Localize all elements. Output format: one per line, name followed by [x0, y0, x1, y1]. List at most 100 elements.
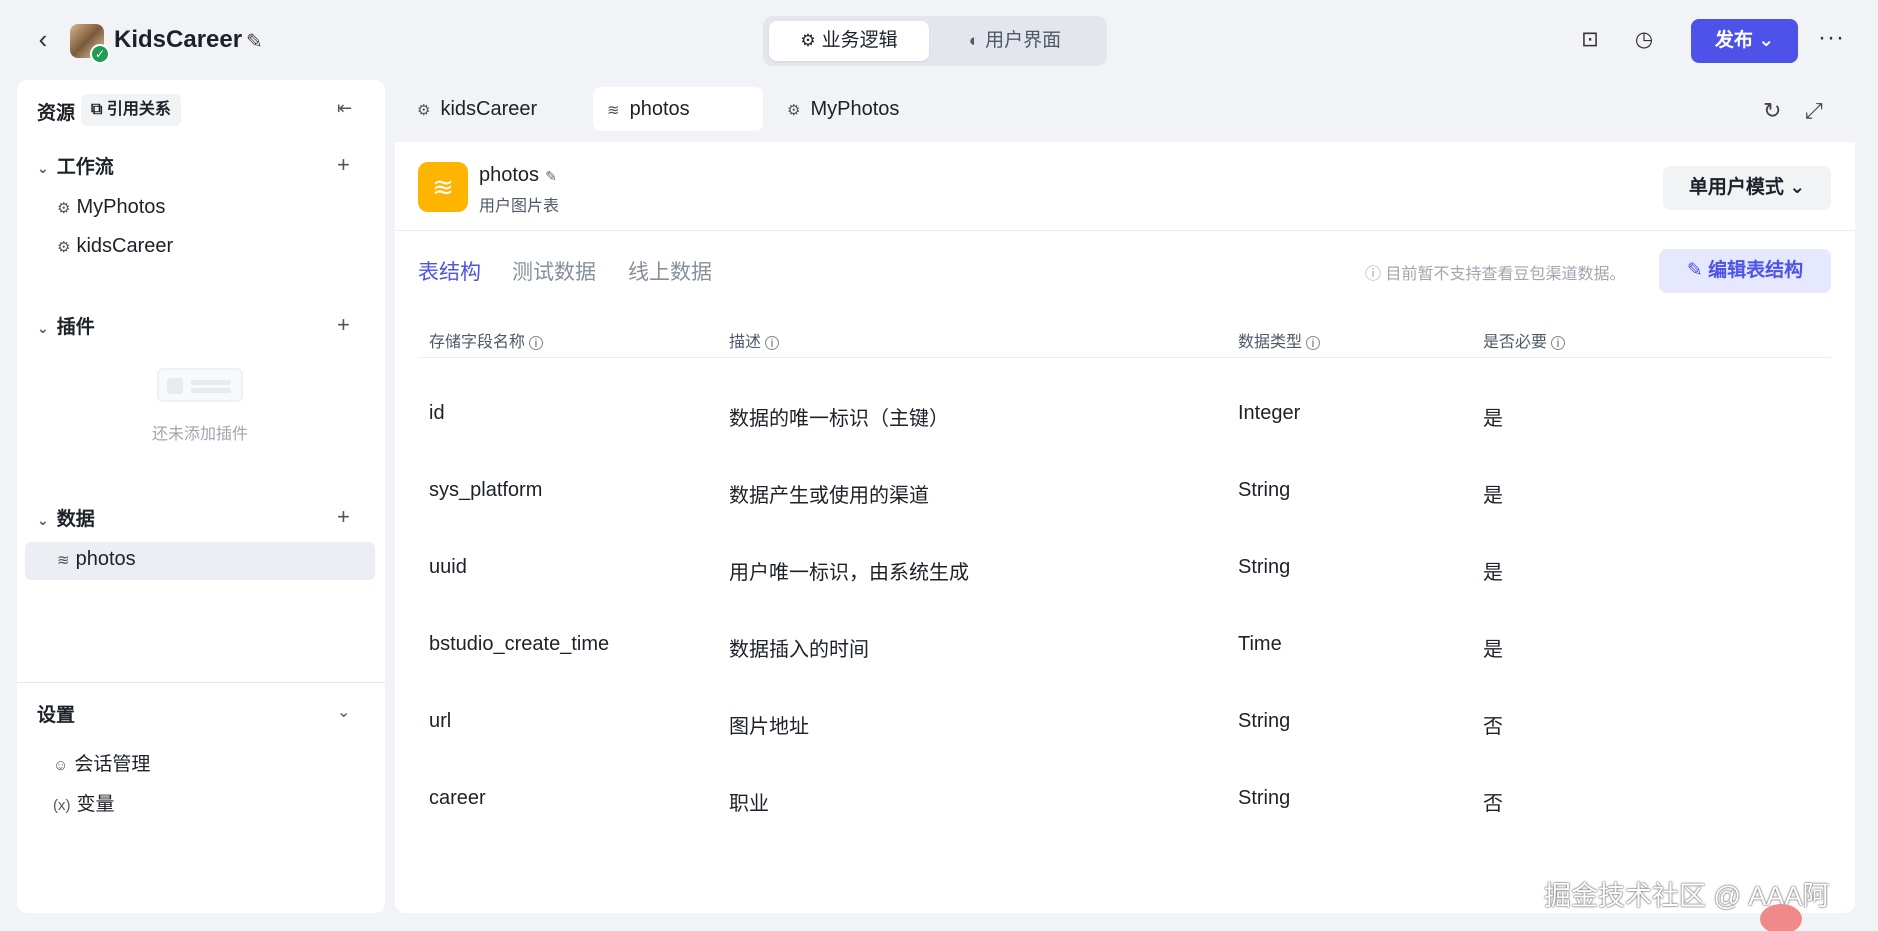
info-icon[interactable]: i	[529, 336, 544, 350]
back-arrow-icon[interactable]: ‹	[30, 26, 56, 52]
cell-required: 是	[1483, 408, 1503, 430]
info-icon: ⓘ	[1365, 266, 1382, 283]
user-mode-dropdown[interactable]: 单用户模式 ⌄	[1663, 166, 1831, 210]
divider	[17, 682, 385, 683]
workflow-icon: ⚙	[57, 200, 71, 217]
cell-type: String	[1238, 710, 1291, 732]
cell-type: String	[1238, 479, 1291, 501]
sidebar-item-kidscareer[interactable]: ⚙ kidsCareer	[57, 235, 173, 258]
section-data[interactable]: ⌄ 数据	[37, 504, 95, 531]
column-header-text: 数据类型	[1238, 334, 1303, 351]
cell-type: Integer	[1238, 402, 1301, 424]
tab-kidscareer[interactable]: ⚙ kidsCareer	[403, 87, 551, 131]
variable-icon: (x)	[53, 797, 71, 814]
section-plugins[interactable]: ⌄ 插件	[37, 312, 95, 339]
database-icon: ≋	[57, 552, 70, 569]
subtab-online-data[interactable]: 线上数据	[628, 256, 712, 286]
top-bar: ‹ ✓ KidsCareer ✎ ⚙ 业务逻辑 ◐ 用户界面 ⊡ ◷ 发布 ⌄ ··…	[0, 0, 1878, 80]
cell-field: career	[429, 787, 486, 809]
cell-type: String	[1238, 787, 1291, 809]
tab-business-logic[interactable]: ⚙ 业务逻辑	[769, 21, 929, 61]
cell-field: url	[429, 710, 452, 732]
tab-user-interface[interactable]: ◐ 用户界面	[935, 21, 1095, 61]
column-header-type: 数据类型 i	[1238, 328, 1321, 352]
subtab-structure[interactable]: 表结构	[418, 256, 481, 286]
workflow-icon: ⚙	[57, 239, 71, 256]
references-label: 引用关系	[106, 101, 171, 118]
sidebar-item-photos[interactable]: ≋ photos	[57, 548, 136, 571]
publish-button[interactable]: 发布 ⌄	[1691, 19, 1798, 63]
section-settings[interactable]: 设置	[37, 700, 75, 727]
tab-label: kidsCareer	[440, 98, 538, 120]
info-icon[interactable]: i	[765, 336, 780, 350]
tab-business-logic-label: 业务逻辑	[821, 30, 898, 51]
chevron-down-icon: ⌄	[1758, 30, 1775, 51]
workflow-icon: ⚙	[417, 102, 431, 119]
expand-icon[interactable]: ⤢	[1805, 98, 1823, 124]
edit-app-icon[interactable]: ✎	[246, 29, 263, 54]
mascot-icon	[1760, 904, 1802, 931]
tab-myphotos[interactable]: ⚙ MyPhotos	[773, 87, 913, 131]
sidebar-item-label: 会话管理	[74, 754, 151, 775]
cell-required: 否	[1483, 793, 1503, 815]
section-workflow-label: 工作流	[56, 157, 114, 178]
app-avatar: ✓	[70, 24, 110, 64]
add-data-icon[interactable]: +	[337, 504, 350, 530]
add-workflow-icon[interactable]: +	[337, 152, 350, 178]
column-header-desc: 描述 i	[729, 328, 780, 352]
table-description: 用户图片表	[479, 198, 560, 215]
cell-field: bstudio_create_time	[429, 633, 610, 655]
edit-icon: ✎	[1686, 260, 1703, 281]
editor-tabbar: ⚙ kidsCareer ≋ photos ⚙ MyPhotos ↻ ⤢	[395, 80, 1855, 142]
edit-structure-label: 编辑表结构	[1708, 260, 1804, 281]
cell-type: String	[1238, 556, 1291, 578]
cell-desc: 数据的唯一标识（主键）	[729, 408, 949, 430]
sidebar-item-session[interactable]: ☺ 会话管理	[53, 749, 150, 776]
edit-icon[interactable]: ✎	[545, 168, 557, 184]
history-icon[interactable]: ◷	[1630, 26, 1658, 54]
chevron-down-icon[interactable]: ⌄	[337, 702, 350, 722]
cell-desc: 数据插入的时间	[729, 639, 869, 661]
more-icon[interactable]: ···	[1818, 24, 1845, 52]
app-title: KidsCareer	[114, 26, 243, 53]
table-header-line	[418, 357, 1831, 358]
references-button[interactable]: ⧉ 引用关系	[81, 94, 181, 126]
info-icon[interactable]: i	[1306, 336, 1321, 350]
chevron-down-icon: ⌄	[1789, 177, 1806, 198]
section-workflow[interactable]: ⌄ 工作流	[37, 152, 114, 179]
watermark: 掘金技术社区 @ AAA阿giao	[1544, 881, 1830, 911]
cell-field: uuid	[429, 556, 467, 578]
collapse-sidebar-icon[interactable]: ⇤	[337, 98, 352, 119]
cell-desc: 职业	[729, 793, 769, 815]
edit-structure-button[interactable]: ✎ 编辑表结构	[1659, 249, 1831, 293]
info-icon[interactable]: i	[1551, 336, 1566, 350]
cell-desc: 数据产生或使用的渠道	[729, 485, 929, 507]
database-icon: ≋	[418, 162, 468, 212]
cell-field: sys_platform	[429, 479, 543, 501]
chat-icon: ☺	[53, 757, 69, 774]
tab-photos[interactable]: ≋ photos	[593, 87, 763, 131]
main-panel: ⚙ kidsCareer ≋ photos ⚙ MyPhotos ↻ ⤢ ≋ phot…	[395, 80, 1855, 913]
workflow-icon: ⚙	[800, 31, 816, 50]
cell-required: 是	[1483, 562, 1503, 584]
palette-icon: ◐	[968, 31, 980, 50]
copy-icon: ⧉	[91, 101, 103, 118]
table-header-divider	[395, 230, 1855, 231]
sidebar-item-label: MyPhotos	[76, 196, 166, 218]
sidebar-item-variables[interactable]: (x) 变量	[53, 789, 115, 816]
column-header-field: 存储字段名称 i	[429, 328, 544, 352]
subtab-test-data[interactable]: 测试数据	[512, 256, 596, 286]
cell-required: 是	[1483, 485, 1503, 507]
tab-user-interface-label: 用户界面	[985, 30, 1062, 51]
resource-sidebar: 资源 ⧉ 引用关系 ⇤ ⌄ 工作流 + ⚙ MyPhotos ⚙ kidsCareer…	[17, 80, 385, 913]
plugins-empty-text: 还未添加插件	[152, 426, 249, 443]
mode-switch: ⚙ 业务逻辑 ◐ 用户界面	[763, 16, 1107, 66]
sidebar-item-myphotos[interactable]: ⚙ MyPhotos	[57, 196, 165, 219]
archive-icon[interactable]: ⊡	[1576, 26, 1604, 54]
database-icon: ≋	[607, 102, 620, 119]
notice-text: 目前暂不支持查看豆包渠道数据。	[1385, 266, 1626, 283]
cell-field: id	[429, 402, 445, 424]
add-plugin-icon[interactable]: +	[337, 312, 350, 338]
sidebar-item-label: 变量	[76, 794, 115, 815]
refresh-icon[interactable]: ↻	[1763, 98, 1781, 124]
